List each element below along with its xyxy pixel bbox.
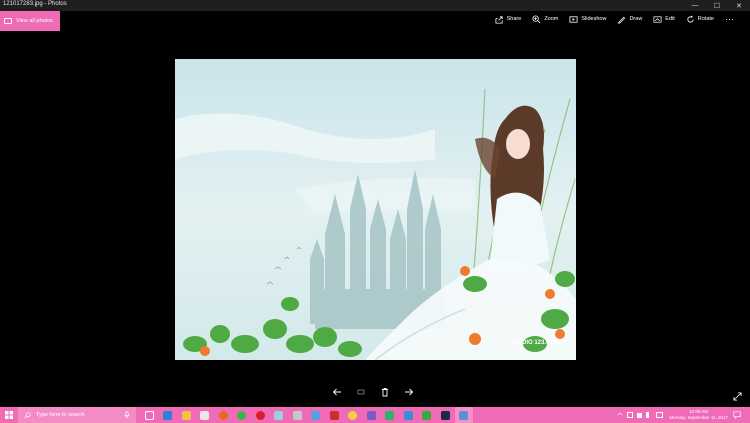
filmstrip-icon: [357, 389, 365, 395]
edit-button[interactable]: Edit: [653, 15, 675, 24]
notification-icon: [733, 411, 741, 419]
volume-icon[interactable]: [646, 412, 652, 418]
search-placeholder: Type here to search: [36, 412, 85, 418]
zoom-icon: [532, 14, 541, 23]
microphone-icon[interactable]: [123, 411, 131, 419]
mail-icon[interactable]: [307, 407, 326, 423]
picture-icon: [4, 18, 12, 24]
windows-taskbar: Type here to search 12:09 AM Monday, Sep…: [0, 407, 750, 423]
view-all-photos-button[interactable]: View all photos: [0, 11, 60, 31]
share-icon: [495, 15, 503, 24]
firefox-icon[interactable]: [214, 407, 233, 423]
rotate-icon: [687, 15, 694, 23]
window-controls: — ☐ ✕: [684, 0, 750, 11]
chat-icon[interactable]: [381, 407, 400, 423]
more-options-button[interactable]: ···: [725, 14, 734, 24]
taskbar-clock[interactable]: 12:09 AM Monday, September 11, 2017: [669, 409, 728, 421]
store-icon[interactable]: [196, 407, 215, 423]
share-button[interactable]: Share: [495, 15, 522, 24]
minimize-button[interactable]: —: [684, 0, 706, 11]
photo-navigation-bar: [332, 387, 414, 397]
task-view-icon[interactable]: [140, 407, 159, 423]
clock-date: Monday, September 11, 2017: [669, 415, 728, 420]
keyboard-icon[interactable]: [656, 412, 664, 418]
photos-app-active-icon[interactable]: [454, 407, 473, 423]
opera-icon[interactable]: [251, 407, 270, 423]
security-icon[interactable]: [399, 407, 418, 423]
rotate-label: Rotate: [697, 16, 714, 22]
slideshow-label: Slideshow: [581, 16, 607, 22]
arrow-left-icon: [332, 388, 341, 396]
fullscreen-button[interactable]: [733, 388, 742, 401]
draw-button[interactable]: Draw: [617, 15, 642, 24]
delete-button[interactable]: [380, 387, 390, 397]
trash-icon: [382, 388, 388, 397]
share-label: Share: [506, 16, 522, 22]
maximize-button[interactable]: ☐: [706, 0, 728, 11]
anime-girl-castle-illustration: STUDIO 123.COM: [175, 59, 576, 360]
zoom-button[interactable]: Zoom: [532, 14, 559, 24]
search-icon: [24, 411, 31, 419]
pen-icon: [618, 16, 626, 23]
weather-icon[interactable]: [344, 407, 363, 423]
photo-watermark: STUDIO 123.COM: [510, 340, 560, 346]
system-tray: 12:09 AM Monday, September 11, 2017: [617, 407, 742, 423]
photo-toolbar: Share Zoom Slideshow Draw Edit Rotate ··…: [495, 14, 734, 24]
photos-viewer-icon[interactable]: [270, 407, 289, 423]
slideshow-icon: [569, 15, 578, 23]
view-all-photos-label: View all photos: [16, 18, 53, 24]
action-center-button[interactable]: [732, 410, 742, 420]
edge-icon[interactable]: [159, 407, 178, 423]
slideshow-button[interactable]: Slideshow: [569, 15, 606, 24]
edit-label: Edit: [665, 16, 675, 22]
green-app-icon[interactable]: [418, 407, 437, 423]
network-icon[interactable]: [637, 412, 643, 418]
displayed-photo[interactable]: STUDIO 123.COM: [175, 59, 576, 360]
filmstrip-button[interactable]: [356, 387, 366, 397]
zoom-label: Zoom: [544, 16, 559, 22]
taskbar-search-box[interactable]: Type here to search: [18, 407, 136, 423]
expand-icon: [733, 392, 742, 401]
draw-label: Draw: [629, 16, 643, 22]
arrow-right-icon: [405, 388, 414, 396]
chrome-icon[interactable]: [233, 407, 252, 423]
battery-icon[interactable]: [627, 412, 634, 418]
edit-icon: [653, 15, 662, 23]
previous-button[interactable]: [332, 387, 342, 397]
settings-app-icon[interactable]: [288, 407, 307, 423]
next-button[interactable]: [404, 387, 414, 397]
maps-icon[interactable]: [362, 407, 381, 423]
window-title: 121017283.jpg - Photos: [3, 1, 67, 7]
windows-logo-icon: [5, 411, 13, 419]
start-button[interactable]: [0, 407, 18, 423]
title-bar[interactable]: 121017283.jpg - Photos — ☐ ✕: [0, 0, 750, 11]
filezilla-icon[interactable]: [325, 407, 344, 423]
taskbar-apps: [140, 407, 473, 423]
photoshop-icon[interactable]: [436, 407, 455, 423]
photos-app-window: 121017283.jpg - Photos — ☐ ✕ View all ph…: [0, 0, 750, 407]
close-button[interactable]: ✕: [728, 0, 750, 11]
rotate-button[interactable]: Rotate: [686, 15, 714, 24]
file-explorer-icon[interactable]: [177, 407, 196, 423]
chevron-up-icon[interactable]: [617, 412, 623, 418]
